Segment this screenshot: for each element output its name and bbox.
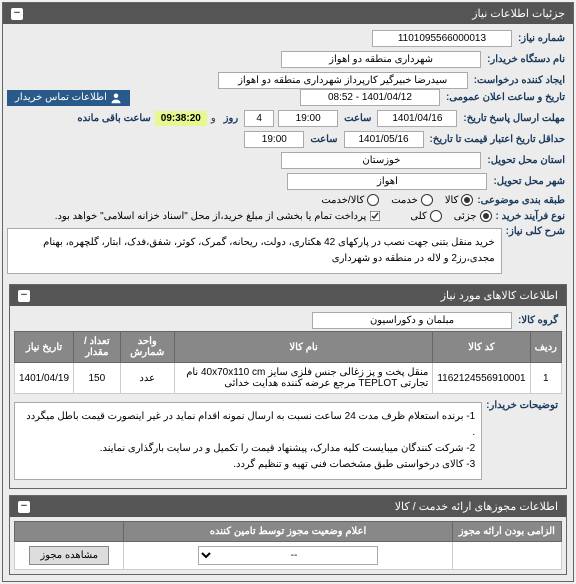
radio-both[interactable]: کالا/خدمت bbox=[321, 194, 379, 206]
permit-panel-body: الزامی بودن ارائه مجوز اعلام وضعیت مجوز … bbox=[10, 517, 566, 574]
td-code: 1162124556910001 bbox=[433, 363, 530, 394]
payment-note-wrap: پرداخت تمام یا بخشی از مبلغ خرید،از محل … bbox=[55, 211, 381, 222]
radio-dot-total bbox=[430, 210, 442, 222]
user-icon bbox=[110, 92, 122, 104]
radio-partial-label: جزئی bbox=[454, 211, 477, 222]
radio-partial[interactable]: جزئی bbox=[454, 210, 492, 222]
radio-both-label: کالا/خدمت bbox=[321, 195, 364, 206]
radio-total-label: کلی bbox=[410, 211, 426, 222]
category-radio-group: کالا خدمت کالا/خدمت bbox=[321, 194, 473, 206]
deadline-days-field: 4 bbox=[244, 110, 274, 127]
th-date: تاریخ نیاز bbox=[15, 332, 74, 363]
permit-action-cell: مشاهده مجوز bbox=[15, 542, 124, 570]
province-label: استان محل تحویل: bbox=[483, 155, 569, 166]
min-valid-time-field: 19:00 bbox=[244, 131, 304, 148]
collapse-icon[interactable]: − bbox=[11, 8, 23, 20]
permit-panel: اطلاعات مجوزهای ارائه خدمت / کالا − الزا… bbox=[9, 495, 567, 575]
th-code: کد کالا bbox=[433, 332, 530, 363]
payment-note-text: پرداخت تمام یا بخشی از مبلغ خرید،از محل … bbox=[55, 211, 367, 222]
buy-process-radio-group: جزئی کلی bbox=[410, 210, 491, 222]
radio-service[interactable]: خدمت bbox=[391, 194, 433, 206]
th-name: نام کالا bbox=[174, 332, 433, 363]
radio-dot-service bbox=[421, 194, 433, 206]
province-field: خوزستان bbox=[281, 152, 481, 169]
items-collapse-icon[interactable]: − bbox=[18, 290, 30, 302]
group-label: گروه کالا: bbox=[514, 315, 562, 326]
requester-field: سیدرضا خبیرگیر کارپرداز شهرداری منطقه دو… bbox=[218, 72, 468, 89]
td-name: منقل پخت و پز زغالی جنس فلزی سایز 40x70x… bbox=[174, 363, 433, 394]
hour-label-1: ساعت bbox=[340, 113, 375, 124]
group-field: مبلمان و دکوراسیون bbox=[312, 312, 512, 329]
main-panel-body: شماره نیاز: 1101095566000013 نام دستگاه … bbox=[3, 24, 573, 581]
deadline-label: مهلت ارسال پاسخ تاریخ: bbox=[459, 113, 569, 124]
table-row: 1 1162124556910001 منقل پخت و پز زغالی ج… bbox=[15, 363, 562, 394]
permit-required-cell bbox=[452, 542, 561, 570]
city-field: اهواز bbox=[287, 173, 487, 190]
th-unit: واحد شمارش bbox=[120, 332, 174, 363]
checkbox-icon bbox=[370, 211, 380, 221]
items-panel-title: اطلاعات کالاهای مورد نیاز bbox=[441, 289, 558, 302]
buyer-org-field: شهرداری منطقه دو اهواز bbox=[281, 51, 481, 68]
radio-dot-both bbox=[367, 194, 379, 206]
need-title-text: خرید منقل بتنی جهت نصب در پارکهای 42 هکت… bbox=[7, 228, 502, 274]
main-panel-header: جزئیات اطلاعات نیاز − bbox=[3, 3, 573, 24]
deadline-date-field: 1401/04/16 bbox=[377, 110, 457, 127]
th-qty: تعداد / مقدار bbox=[74, 332, 121, 363]
view-permit-label: مشاهده مجوز bbox=[40, 550, 98, 561]
permit-panel-title: اطلاعات مجوزهای ارائه خدمت / کالا bbox=[395, 500, 558, 513]
permit-table: الزامی بودن ارائه مجوز اعلام وضعیت مجوز … bbox=[14, 521, 562, 570]
need-no-field: 1101095566000013 bbox=[372, 30, 512, 47]
items-panel-header: اطلاعات کالاهای مورد نیاز − bbox=[10, 285, 566, 306]
th-permit-status: اعلام وضعیت مجوز توسط تامین کننده bbox=[124, 522, 452, 542]
buyer-org-label: نام دستگاه خریدار: bbox=[483, 54, 569, 65]
permit-status-select[interactable]: -- bbox=[198, 546, 378, 565]
radio-total[interactable]: کلی bbox=[410, 210, 441, 222]
countdown-field: 09:38:20 bbox=[155, 111, 207, 126]
contact-buyer-label: اطلاعات تماس خریدار bbox=[15, 92, 107, 103]
main-panel: جزئیات اطلاعات نیاز − شماره نیاز: 110109… bbox=[2, 2, 574, 582]
th-row: ردیف bbox=[530, 332, 561, 363]
hour-label-2: ساعت bbox=[306, 134, 341, 145]
td-date: 1401/04/19 bbox=[15, 363, 74, 394]
permit-status-cell: -- bbox=[124, 542, 452, 570]
min-valid-label: حداقل تاریخ اعتبار قیمت تا تاریخ: bbox=[426, 134, 569, 145]
and-label: و bbox=[207, 113, 220, 124]
permit-panel-header: اطلاعات مجوزهای ارائه خدمت / کالا − bbox=[10, 496, 566, 517]
th-permit-required: الزامی بودن ارائه مجوز bbox=[452, 522, 561, 542]
main-panel-title: جزئیات اطلاعات نیاز bbox=[472, 7, 565, 20]
announce-date-label: تاریخ و ساعت اعلان عمومی: bbox=[442, 92, 569, 103]
buy-process-label: نوع فرآیند خرید : bbox=[492, 211, 569, 222]
buyer-notes-text: 1- برنده استعلام ظرف مدت 24 ساعت نسبت به… bbox=[14, 402, 482, 480]
radio-service-label: خدمت bbox=[391, 195, 418, 206]
radio-dot-goods bbox=[461, 194, 473, 206]
view-permit-button[interactable]: مشاهده مجوز bbox=[29, 546, 109, 565]
radio-goods[interactable]: کالا bbox=[445, 194, 474, 206]
radio-dot-partial bbox=[480, 210, 492, 222]
table-header-row: ردیف کد کالا نام کالا واحد شمارش تعداد /… bbox=[15, 332, 562, 363]
buyer-notes-label: توضیحات خریدار: bbox=[482, 400, 562, 411]
td-unit: عدد bbox=[120, 363, 174, 394]
need-no-label: شماره نیاز: bbox=[514, 33, 569, 44]
items-table: ردیف کد کالا نام کالا واحد شمارش تعداد /… bbox=[14, 331, 562, 394]
td-row: 1 bbox=[530, 363, 561, 394]
permit-collapse-icon[interactable]: − bbox=[18, 501, 30, 513]
category-label: طبقه بندی موضوعی: bbox=[473, 195, 569, 206]
need-title-label: شرح کلی نیاز: bbox=[502, 226, 569, 237]
contact-buyer-button[interactable]: اطلاعات تماس خریدار bbox=[7, 90, 130, 106]
permit-header-row: الزامی بودن ارائه مجوز اعلام وضعیت مجوز … bbox=[15, 522, 562, 542]
min-valid-date-field: 1401/05/16 bbox=[344, 131, 424, 148]
day-label: روز bbox=[220, 113, 243, 124]
items-panel: اطلاعات کالاهای مورد نیاز − گروه کالا: م… bbox=[9, 284, 567, 489]
permit-row: -- مشاهده مجوز bbox=[15, 542, 562, 570]
city-label: شهر محل تحویل: bbox=[489, 176, 569, 187]
deadline-time-field: 19:00 bbox=[278, 110, 338, 127]
radio-goods-label: کالا bbox=[445, 195, 459, 206]
td-qty: 150 bbox=[74, 363, 121, 394]
requester-label: ایجاد کننده درخواست: bbox=[470, 75, 569, 86]
announce-date-field: 1401/04/12 - 08:52 bbox=[300, 89, 440, 106]
remaining-label: ساعت باقی مانده bbox=[73, 113, 154, 124]
items-panel-body: گروه کالا: مبلمان و دکوراسیون ردیف کد کا… bbox=[10, 306, 566, 488]
